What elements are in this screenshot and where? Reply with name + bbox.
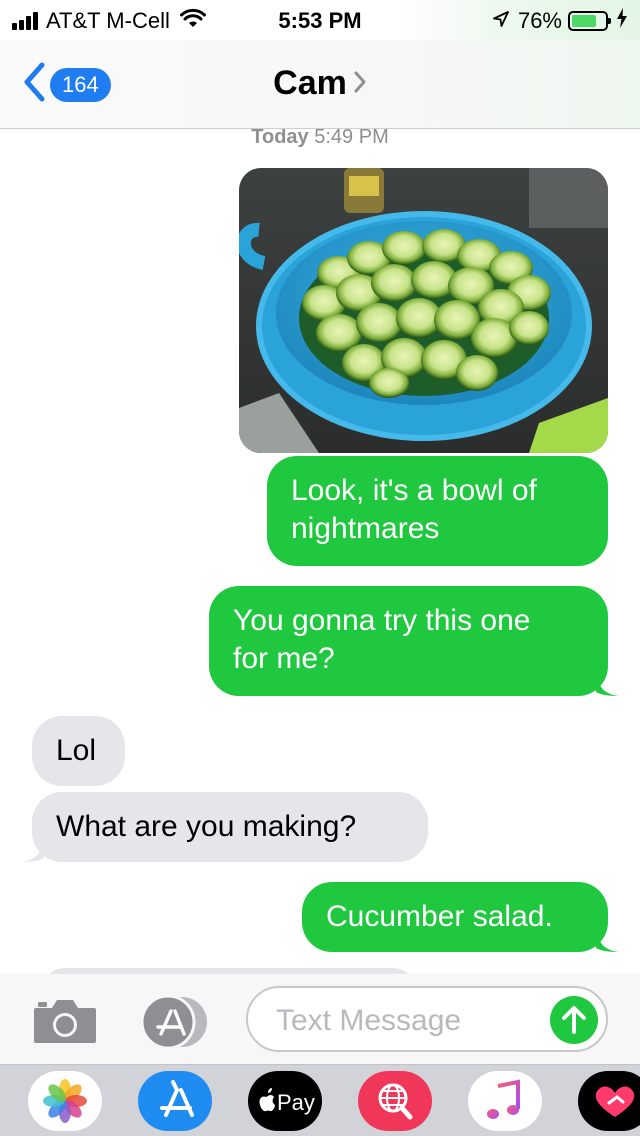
battery-icon: [568, 11, 611, 31]
message-input[interactable]: [274, 1000, 538, 1042]
location-arrow-icon: [492, 8, 510, 34]
globe-search-icon: [378, 1083, 413, 1120]
heart-touch-icon: [595, 1086, 635, 1117]
message-text-line: Lol: [56, 734, 97, 767]
imessage-app-drawer: Pay: [0, 1064, 640, 1136]
contact-name: Cam: [273, 64, 347, 102]
compose-bar: [0, 974, 640, 1064]
message-lol[interactable]: Lol: [32, 716, 125, 786]
message-text-field[interactable]: [246, 986, 608, 1052]
message-what-making[interactable]: What are you making?: [32, 792, 428, 862]
message-text-line: You gonna try this one: [233, 604, 531, 637]
chevron-right-icon: [353, 64, 367, 103]
apple-pay-app-button[interactable]: Pay: [248, 1071, 322, 1131]
photo-message-cucumber-bowl[interactable]: [239, 168, 608, 453]
photos-app-button[interactable]: [28, 1071, 102, 1131]
images-search-app-button[interactable]: [358, 1071, 432, 1131]
message-timestamp: Today 5:49 PM: [0, 128, 640, 149]
timestamp-day: Today: [251, 128, 309, 148]
music-app-button[interactable]: [468, 1071, 542, 1131]
camera-button[interactable]: [32, 996, 98, 1049]
apple-pay-label: Pay: [277, 1090, 315, 1115]
bubble-tail: [596, 674, 618, 696]
app-store-icon: [140, 994, 207, 1050]
bubble-tail: [22, 840, 44, 862]
message-thread: Today 5:49 PM Look, it's a bowl of night…: [0, 128, 640, 974]
send-arrow-icon: [562, 1006, 586, 1034]
camera-icon: [34, 1000, 96, 1043]
battery-level-fill: [572, 15, 597, 27]
bubble-tail: [596, 930, 618, 952]
status-bar: AT&T M-Cell 5:53 PM 76%: [0, 0, 640, 40]
cucumber-bowl-photo: [239, 168, 608, 453]
battery-cap: [608, 18, 611, 24]
app-store-button[interactable]: [140, 994, 207, 1050]
app-store-drawer-icon: [160, 1080, 194, 1117]
conversation-header: 164 Cam: [0, 40, 640, 129]
message-bowl-of-nightmares[interactable]: Look, it's a bowl of nightmares: [267, 456, 608, 566]
message-try-this-one[interactable]: You gonna try this one for me?: [209, 586, 608, 696]
message-text-line: for me?: [233, 642, 335, 675]
message-text-line: What are you making?: [56, 810, 357, 843]
send-button[interactable]: [550, 996, 598, 1044]
message-text-line: Look, it's a bowl of: [291, 474, 537, 507]
battery-percent: 76%: [517, 8, 562, 33]
apple-pay-icon: Pay: [259, 1088, 315, 1115]
timestamp-time: 5:49 PM: [314, 128, 389, 148]
photos-icon: [43, 1079, 87, 1123]
contact-title: Cam: [0, 64, 640, 103]
message-text-line: Cucumber salad.: [326, 900, 553, 933]
status-right: 76%: [492, 8, 628, 34]
app-store-app-button[interactable]: [138, 1071, 212, 1131]
digital-touch-app-button[interactable]: [578, 1071, 640, 1131]
music-note-icon: [487, 1079, 520, 1119]
contact-details-button[interactable]: Cam: [273, 64, 367, 103]
message-cucumber-salad[interactable]: Cucumber salad.: [302, 882, 608, 952]
message-text-line: nightmares: [291, 512, 440, 545]
messages-screen: AT&T M-Cell 5:53 PM 76% 164 Cam Today 5:…: [0, 0, 640, 1136]
charging-bolt-icon: [616, 8, 628, 34]
